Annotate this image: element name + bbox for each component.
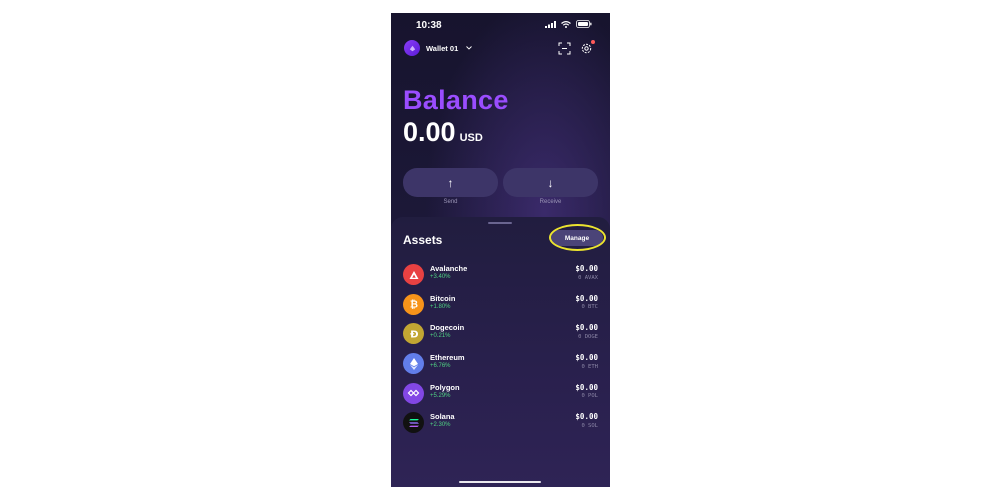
asset-quantity: 0 SOL	[581, 422, 598, 429]
asset-name: Avalanche	[430, 264, 468, 273]
asset-name: Polygon	[430, 382, 460, 392]
polygon-icon	[403, 382, 424, 404]
asset-change: +5.29%	[430, 392, 451, 399]
wallet-name: Wallet 01	[426, 43, 459, 53]
asset-value: $0.00	[575, 353, 598, 363]
asset-change: +0.21%	[430, 333, 451, 340]
ethereum-icon	[403, 353, 424, 375]
balance-value: 0.00	[403, 117, 456, 147]
asset-change: +3.40%	[430, 274, 451, 280]
balance-amount: 0.00 USD	[403, 117, 483, 148]
svg-text:₿: ₿	[409, 299, 417, 311]
asset-change: +6.76%	[430, 363, 451, 370]
asset-value: $0.00	[575, 382, 598, 392]
scan-icon[interactable]	[558, 42, 571, 55]
arrow-up-icon: ↑	[447, 175, 454, 190]
asset-name: Bitcoin	[430, 293, 456, 303]
avalanche-icon	[403, 264, 424, 285]
asset-row-polygon[interactable]: Polygon +5.29% $0.00 0 POL	[391, 379, 610, 409]
asset-value: $0.00	[575, 293, 598, 303]
balance-title: Balance	[403, 85, 509, 115]
wifi-icon	[561, 20, 571, 28]
asset-quantity: 0 POL	[581, 393, 598, 400]
notification-dot	[591, 40, 595, 44]
settings-gear-icon[interactable]	[580, 40, 595, 55]
wallet-selector[interactable]: Wallet 01	[404, 40, 473, 56]
svg-text:Đ: Đ	[410, 329, 418, 340]
chevron-down-icon	[466, 45, 473, 52]
asset-quantity: 0 BTC	[581, 304, 598, 311]
asset-value: $0.00	[575, 264, 598, 273]
signal-icon	[545, 20, 556, 28]
asset-value: $0.00	[575, 412, 598, 422]
asset-quantity: 0 DOGE	[578, 333, 598, 340]
asset-name: Ethereum	[430, 353, 465, 363]
header-actions	[558, 40, 595, 55]
wallet-avatar-icon	[404, 40, 420, 56]
solana-icon	[403, 412, 424, 434]
asset-list: Avalanche +3.40% $0.00 0 AVAX ₿ Bitcoin …	[391, 260, 610, 438]
assets-sheet: Assets Manage Avalanche +3.40% $0.00 0 A…	[391, 217, 610, 487]
receive-label: Receive	[539, 199, 562, 205]
asset-value: $0.00	[575, 323, 598, 333]
asset-quantity: 0 ETH	[581, 363, 598, 370]
asset-change: +1.80%	[430, 303, 451, 310]
assets-title: Assets	[403, 233, 443, 247]
status-time: 10:38	[416, 20, 442, 31]
arrow-down-icon: ↓	[547, 175, 554, 190]
asset-row-solana[interactable]: Solana +2.30% $0.00 0 SOL	[391, 408, 610, 438]
balance-currency: USD	[459, 132, 483, 144]
asset-name: Dogecoin	[430, 323, 465, 333]
manage-highlight-ring	[549, 224, 606, 251]
send-label: Send	[443, 199, 458, 205]
battery-icon	[576, 20, 592, 28]
asset-row-bitcoin[interactable]: ₿ Bitcoin +1.80% $0.00 0 BTC	[391, 290, 610, 320]
send-button[interactable]: ↑	[403, 168, 498, 197]
status-icons	[545, 20, 592, 28]
asset-row-avalanche[interactable]: Avalanche +3.40% $0.00 0 AVAX	[391, 260, 610, 290]
asset-name: Solana	[430, 412, 455, 422]
home-indicator[interactable]	[459, 481, 541, 483]
dogecoin-icon: Đ	[403, 323, 424, 345]
asset-row-ethereum[interactable]: Ethereum +6.76% $0.00 0 ETH	[391, 349, 610, 379]
asset-quantity: 0 AVAX	[578, 274, 598, 281]
asset-change: +2.30%	[430, 422, 451, 429]
bitcoin-icon: ₿	[403, 293, 424, 315]
status-bar: 10:38	[391, 13, 610, 37]
sheet-drag-handle[interactable]	[488, 222, 512, 224]
receive-button[interactable]: ↓	[503, 168, 598, 197]
asset-row-dogecoin[interactable]: Đ Dogecoin +0.21% $0.00 0 DOGE	[391, 319, 610, 349]
